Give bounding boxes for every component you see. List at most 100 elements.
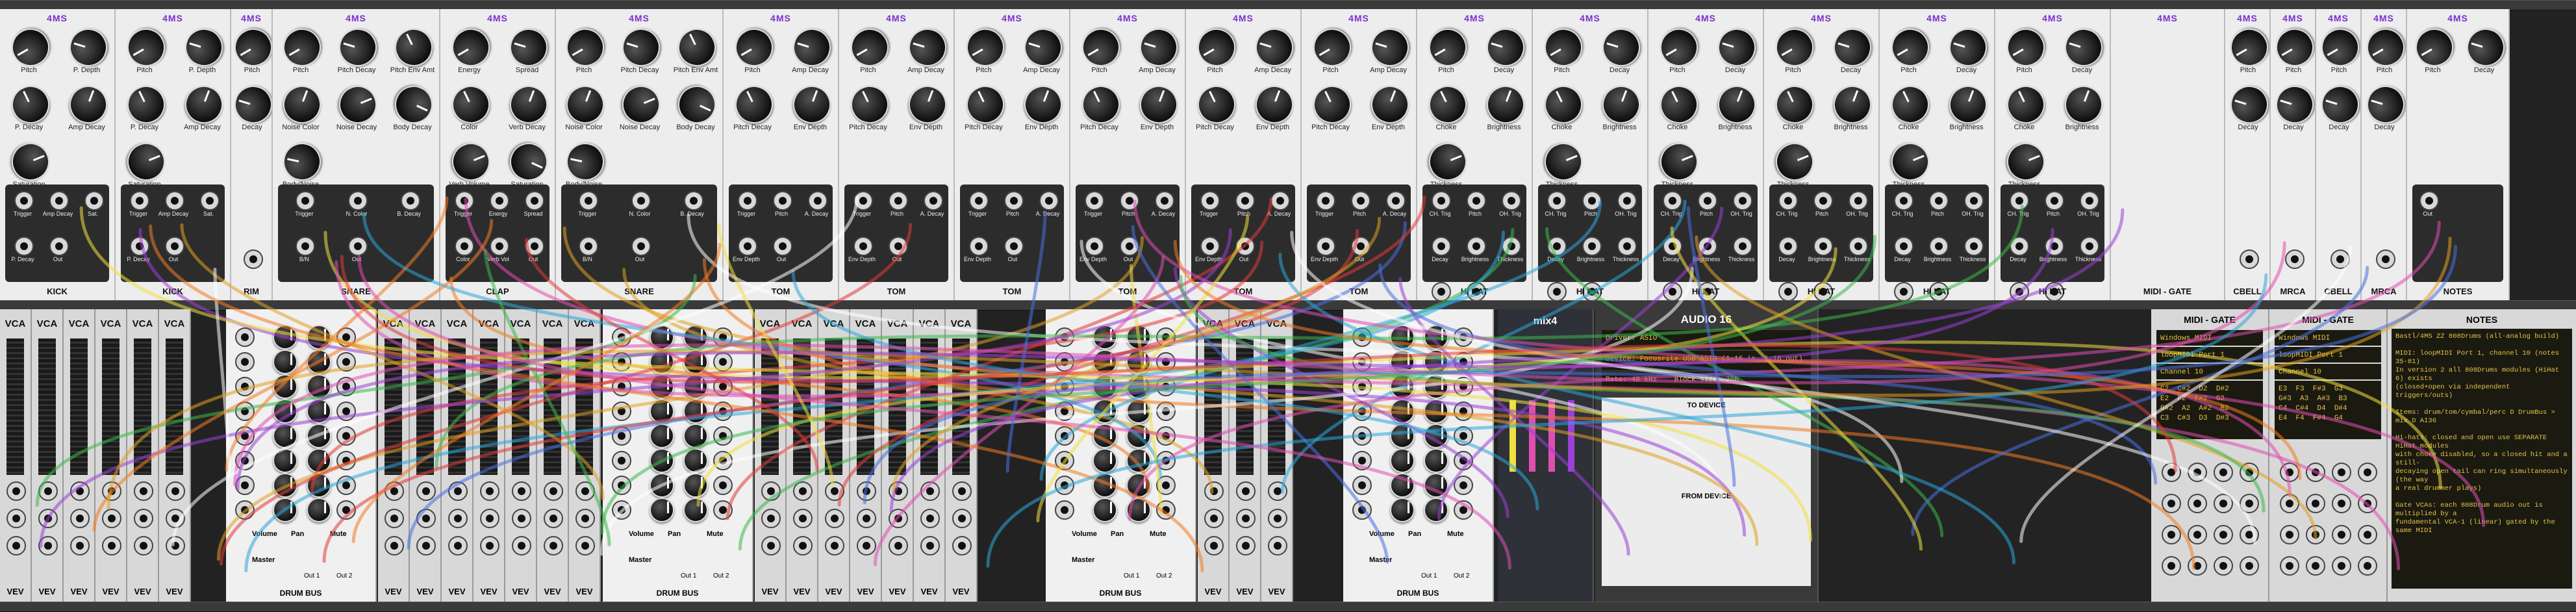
mixer-jack[interactable] — [713, 377, 733, 396]
mixer-jack[interactable] — [1352, 476, 1372, 495]
jack-a-decay[interactable] — [924, 191, 943, 210]
audio16-rate-display[interactable]: Rate: 48 kHz Block size: 256 — [1602, 372, 1811, 391]
mixer-knob[interactable] — [273, 498, 297, 522]
knob-decay[interactable] — [231, 81, 271, 129]
gate-output-jack[interactable] — [2306, 463, 2325, 482]
jack-out[interactable] — [1351, 236, 1370, 256]
mixer-knob[interactable] — [683, 424, 708, 448]
jack-oh-trig[interactable] — [1502, 191, 1521, 210]
mixer-jack[interactable] — [336, 500, 356, 520]
knob-decay[interactable] — [2271, 81, 2315, 129]
vca-jack[interactable] — [575, 536, 595, 555]
vca-jack[interactable] — [920, 536, 940, 555]
mixer-jack[interactable] — [336, 402, 356, 421]
vca-jack[interactable] — [166, 481, 185, 501]
jack-a-decay[interactable] — [1155, 191, 1174, 210]
jack-out[interactable] — [2285, 249, 2305, 269]
knob-pitch[interactable] — [1768, 21, 1821, 73]
knob-pitch-decay[interactable] — [728, 79, 779, 130]
knob-pitch[interactable] — [2408, 21, 2460, 73]
jack-amp-decay[interactable] — [165, 191, 184, 210]
mixer-knob[interactable] — [1424, 325, 1448, 350]
mixer-jack[interactable] — [612, 500, 631, 520]
vca-jack[interactable] — [448, 536, 468, 555]
mixer-knob[interactable] — [650, 448, 674, 473]
knob-choke[interactable] — [1653, 79, 1704, 130]
jack-oh-trig[interactable] — [2080, 191, 2099, 210]
gate-output-jack[interactable] — [2162, 494, 2181, 513]
gate-output-jack[interactable] — [2332, 556, 2351, 576]
gate-output-jack[interactable] — [2188, 525, 2207, 544]
mixer-knob[interactable] — [1424, 473, 1448, 498]
vca-jack[interactable] — [38, 509, 58, 528]
vca-jack[interactable] — [1236, 481, 1256, 501]
knob-pitch[interactable] — [727, 21, 780, 73]
vca-jack[interactable] — [857, 509, 876, 528]
mixer-knob[interactable] — [1424, 350, 1448, 374]
jack-a-decay[interactable] — [808, 191, 827, 210]
knob-amp-decay[interactable] — [1019, 23, 1067, 71]
mixer-jack[interactable] — [713, 327, 733, 347]
jack-pitch[interactable] — [1698, 191, 1717, 210]
knob-decay[interactable] — [1713, 23, 1760, 71]
knob-pitch[interactable] — [559, 21, 611, 73]
vca-jack[interactable] — [793, 509, 813, 528]
knob-pitch[interactable] — [1306, 21, 1358, 73]
mixer-jack[interactable] — [713, 500, 733, 520]
jack-decay[interactable] — [1663, 236, 1682, 256]
jack-thickness[interactable] — [1964, 236, 1984, 256]
vca-jack[interactable] — [1204, 509, 1224, 528]
mixer-knob[interactable] — [650, 424, 674, 448]
jack-trigger[interactable] — [738, 191, 757, 210]
knob-env-depth[interactable] — [1134, 80, 1183, 129]
mixer-knob[interactable] — [1092, 350, 1117, 374]
mixer-jack[interactable] — [1352, 426, 1372, 446]
notes-text-area[interactable]: Bastl/4MS ZZ 808Drums (all-analog build)… — [2392, 329, 2572, 589]
mixer-jack[interactable] — [1352, 352, 1372, 372]
mixer-jack[interactable] — [1454, 426, 1473, 446]
jack-a-decay[interactable] — [1270, 191, 1290, 210]
jack-env-depth[interactable] — [853, 236, 873, 256]
mixer-jack[interactable] — [1055, 377, 1074, 396]
mixer-jack[interactable] — [1454, 327, 1473, 347]
mixer-jack[interactable] — [713, 451, 733, 470]
mixer-jack[interactable] — [1055, 402, 1074, 421]
mixer-knob[interactable] — [1092, 399, 1117, 424]
jack-out[interactable] — [2330, 249, 2350, 269]
jack-trigger[interactable] — [1200, 191, 1220, 210]
jack-trigger[interactable] — [455, 191, 474, 210]
jack-out[interactable] — [1235, 236, 1255, 256]
knob-body-noise[interactable] — [279, 139, 325, 185]
jack-pitch[interactable] — [1467, 191, 1486, 210]
knob-decay[interactable] — [2462, 23, 2508, 71]
mixer-jack[interactable] — [1156, 402, 1176, 421]
mixer-knob[interactable] — [1390, 448, 1415, 473]
mixer-knob[interactable] — [273, 325, 297, 350]
vca-jack[interactable] — [544, 536, 563, 555]
knob-thickness[interactable] — [1538, 137, 1588, 186]
mixer-jack[interactable] — [1352, 451, 1372, 470]
knob-verb-decay[interactable] — [504, 80, 553, 129]
audio16-driver-display[interactable]: Driver: ASIO — [1602, 330, 1811, 350]
mixer-knob[interactable] — [1390, 473, 1415, 498]
vca-jack[interactable] — [1204, 481, 1224, 501]
jack-color[interactable] — [455, 236, 474, 256]
knob-brightness[interactable] — [1943, 80, 1992, 129]
jack-out[interactable] — [773, 236, 792, 256]
mixer-knob[interactable] — [683, 448, 708, 473]
mixer-jack[interactable] — [336, 377, 356, 396]
mixer-knob[interactable] — [650, 374, 674, 399]
midi-note-grid[interactable]: C2 C#2 D2 D#2 E2 F2 F#2 G2 G#2 A2 A#2 B2… — [2156, 381, 2263, 439]
gate-output-jack[interactable] — [2162, 463, 2181, 482]
mixer-knob[interactable] — [683, 325, 708, 350]
knob-p-decay[interactable] — [5, 79, 56, 130]
mixer-knob[interactable] — [1126, 424, 1151, 448]
gate-output-jack[interactable] — [2358, 556, 2377, 576]
mixer-knob[interactable] — [650, 350, 674, 374]
jack-n-color[interactable] — [348, 191, 368, 210]
knob-pitch[interactable] — [2225, 21, 2269, 73]
vca-jack[interactable] — [134, 536, 153, 555]
mixer-knob[interactable] — [307, 374, 331, 399]
mixer-jack[interactable] — [235, 500, 255, 520]
jack-pitch[interactable] — [1235, 191, 1255, 210]
